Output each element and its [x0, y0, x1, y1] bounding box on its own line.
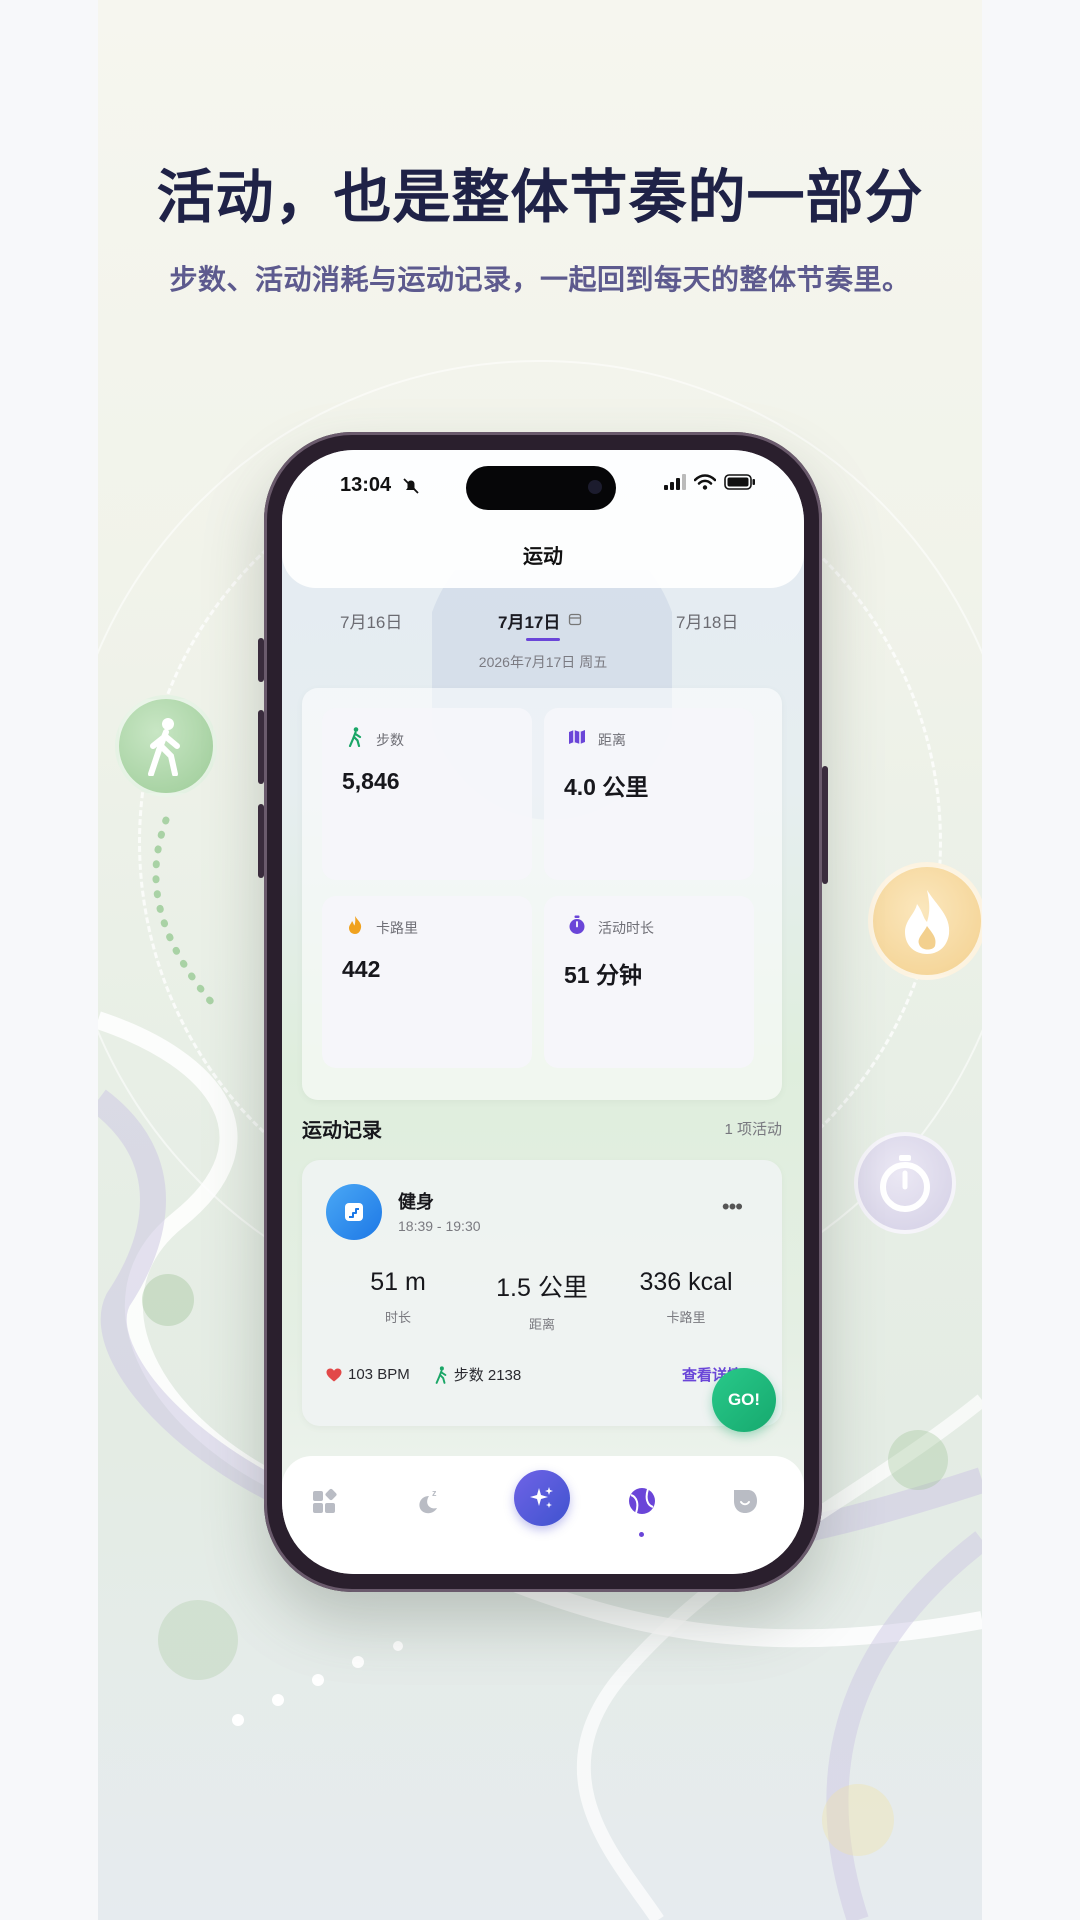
metric-distance: 1.5 公里 距离 [472, 1268, 612, 1333]
stat-label: 距离 [598, 732, 626, 748]
tab-bar: z [282, 1456, 804, 1574]
metric-label: 时长 [384, 1310, 411, 1325]
date-prev[interactable]: 7月16日 [340, 608, 402, 633]
stopwatch-icon [566, 914, 588, 936]
left-margin [0, 0, 98, 1920]
active-tab-dot [639, 1532, 644, 1537]
full-date: 2026年7月17日 周五 [478, 654, 608, 670]
camera-icon [588, 480, 602, 494]
phone-frame: 13:04 运动 7月16日 7月17日 7月18日 2026年7月17日 周五… [258, 432, 828, 1592]
activity-record-card[interactable]: 健身 18:39 - 19:30 ••• 51 m 时长 1.5 公里 距离 3… [302, 1160, 782, 1426]
stat-card-duration[interactable]: 活动时长 51 分钟 [544, 896, 754, 1068]
record-title: 健身 [398, 1192, 434, 1212]
walk-icon [435, 1365, 447, 1384]
date-switcher: 7月16日 7月17日 7月18日 [282, 608, 804, 638]
date-current[interactable]: 7月17日 [498, 608, 560, 633]
stat-label: 卡路里 [376, 920, 418, 936]
dynamic-island [466, 466, 616, 510]
records-heading: 运动记录 [302, 1120, 382, 1142]
tab-sleep[interactable]: z [402, 1476, 452, 1526]
walk-icon [148, 718, 180, 776]
date-active-indicator [526, 638, 560, 641]
deco-dotted-trail [152, 816, 222, 1014]
heart-icon [326, 1368, 342, 1381]
more-options-icon[interactable]: ••• [722, 1194, 743, 1220]
metric-calories: 336 kcal 卡路里 [616, 1268, 756, 1326]
sport-icon [629, 1488, 655, 1514]
stat-label: 步数 [376, 732, 404, 748]
mood-icon [734, 1490, 757, 1513]
dashboard-icon [313, 1488, 337, 1513]
stats-panel: 步数 5,846 距离 4.0 公里 卡路里 442 活动时长 51 分钟 [302, 688, 782, 1100]
app-screen: 13:04 运动 7月16日 7月17日 7月18日 2026年7月17日 周五… [282, 450, 804, 1574]
silent-bell-icon [403, 478, 419, 494]
flame-icon [344, 914, 366, 936]
calendar-icon[interactable] [568, 612, 582, 626]
signal-icon [664, 474, 686, 490]
right-margin [982, 0, 1080, 1920]
metric-label: 距离 [528, 1317, 555, 1332]
tab-mood[interactable] [720, 1476, 770, 1526]
heart-rate: 103 BPM [348, 1366, 410, 1383]
wifi-icon [694, 474, 716, 490]
volume-up-button [258, 710, 264, 784]
tab-assistant[interactable] [514, 1470, 570, 1526]
promo-canvas: 活动，也是整体节奏的一部分 步数、活动消耗与运动记录，一起回到每天的整体节奏里。 [98, 0, 982, 1920]
fire-badge [868, 862, 982, 980]
stat-card-calories[interactable]: 卡路里 442 [322, 896, 532, 1068]
mute-switch [258, 638, 264, 682]
go-button[interactable]: GO! [712, 1368, 776, 1432]
walk-icon [344, 726, 366, 748]
page-title: 运动 [523, 546, 563, 568]
battery-icon [724, 474, 755, 490]
timer-badge [854, 1132, 956, 1234]
status-time: 13:04 [340, 474, 392, 496]
top-bar: 13:04 运动 [282, 450, 804, 588]
metric-value: 336 kcal [639, 1268, 733, 1296]
stat-value: 5,846 [342, 768, 400, 794]
flame-icon [905, 890, 950, 954]
record-footer: 103 BPM 步数 2138 [326, 1364, 521, 1385]
records-count: 1 项活动 [724, 1121, 782, 1138]
metric-label: 卡路里 [666, 1310, 706, 1325]
stat-card-distance[interactable]: 距离 4.0 公里 [544, 708, 754, 880]
stat-card-steps[interactable]: 步数 5,846 [322, 708, 532, 880]
tab-sport[interactable] [617, 1476, 667, 1526]
fitness-icon [326, 1184, 382, 1240]
map-icon [566, 726, 588, 748]
stat-value: 51 分钟 [564, 962, 642, 988]
metric-duration: 51 m 时长 [328, 1268, 468, 1326]
stat-value: 442 [342, 956, 381, 982]
stat-value: 4.0 公里 [564, 774, 649, 800]
power-button [822, 766, 828, 884]
hero-title: 活动，也是整体节奏的一部分 [156, 163, 924, 231]
hero-subtitle: 步数、活动消耗与运动记录，一起回到每天的整体节奏里。 [169, 264, 911, 295]
volume-down-button [258, 804, 264, 878]
record-steps: 步数 2138 [453, 1367, 522, 1384]
metric-value: 51 m [370, 1268, 426, 1296]
tab-dashboard[interactable] [300, 1476, 350, 1526]
walk-badge [115, 695, 217, 797]
stopwatch-icon [880, 1155, 930, 1212]
date-next[interactable]: 7月18日 [676, 608, 738, 633]
sparkle-icon [530, 1487, 553, 1508]
record-time: 18:39 - 19:30 [398, 1218, 481, 1234]
stat-label: 活动时长 [598, 920, 654, 936]
status-icons [664, 474, 756, 490]
sleep-icon: z [419, 1488, 437, 1514]
metric-value: 1.5 公里 [496, 1274, 588, 1302]
svg-text:z: z [432, 1488, 437, 1498]
